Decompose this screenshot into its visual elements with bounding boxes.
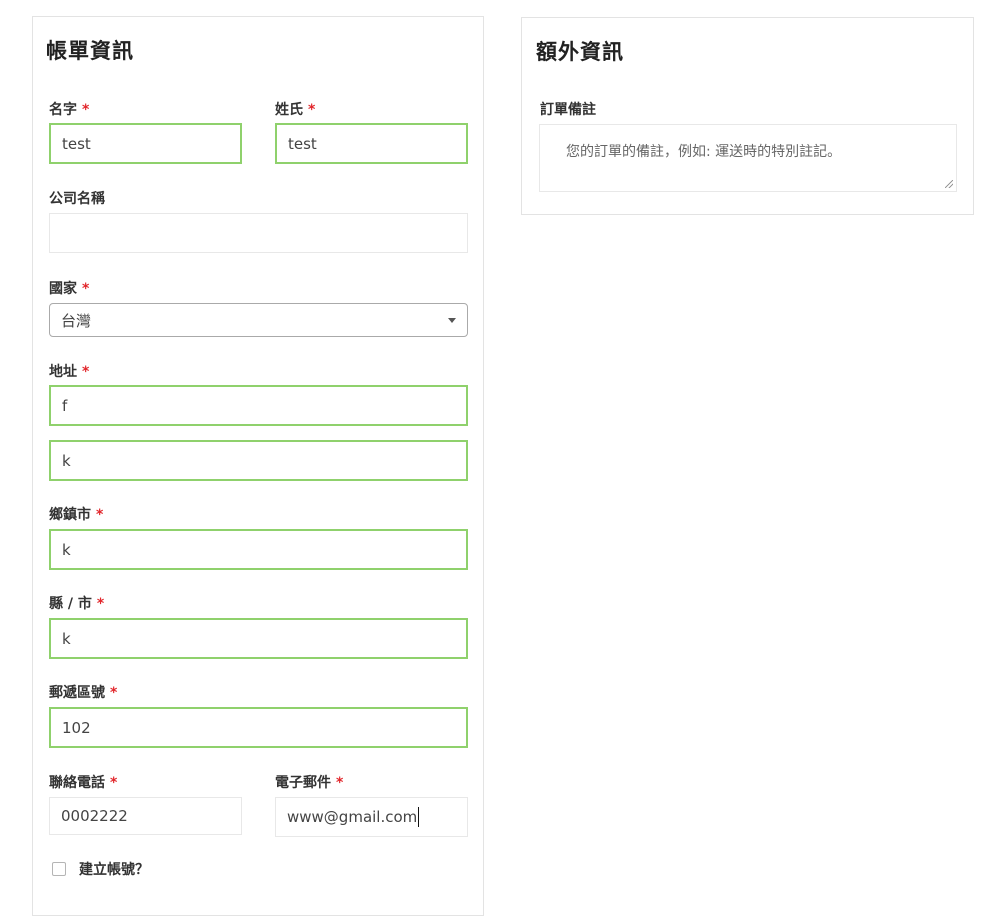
create-account-checkbox[interactable] [52, 862, 66, 876]
first-name-field[interactable]: test [49, 123, 242, 164]
address-label-text: 地址 [49, 364, 77, 380]
postcode-label: 郵遞區號 * [49, 682, 117, 702]
required-mark: * [96, 507, 104, 523]
town-value: k [62, 540, 71, 559]
company-label: 公司名稱 [49, 188, 105, 208]
last-name-label-text: 姓氏 [275, 102, 303, 118]
phone-value: 0002222 [61, 807, 128, 825]
first-name-label: 名字 * [49, 99, 89, 119]
country-label-text: 國家 [49, 281, 77, 297]
billing-title: 帳單資訊 [46, 39, 134, 63]
town-label: 鄉鎮市 * [49, 504, 103, 524]
chevron-down-icon [448, 317, 456, 323]
phone-label: 聯絡電話 * [49, 772, 117, 792]
town-label-text: 鄉鎮市 [49, 507, 91, 523]
county-field[interactable]: k [49, 618, 468, 659]
county-value: k [62, 629, 71, 648]
required-mark: * [336, 775, 344, 791]
order-notes-placeholder: 您的訂單的備註，例如: 運送時的特別註記。 [566, 144, 842, 160]
phone-label-text: 聯絡電話 [49, 775, 105, 791]
address-label: 地址 * [49, 361, 89, 381]
email-field[interactable]: www@gmail.com [275, 797, 468, 837]
address-line2-field[interactable]: k [49, 440, 468, 481]
phone-field[interactable]: 0002222 [49, 797, 242, 835]
county-label-text: 縣 / 市 [49, 596, 92, 612]
additional-info-title: 額外資訊 [536, 40, 624, 64]
order-notes-textarea[interactable]: 您的訂單的備註，例如: 運送時的特別註記。 [539, 124, 957, 192]
last-name-field[interactable]: test [275, 123, 468, 164]
first-name-value: test [62, 134, 91, 153]
town-field[interactable]: k [49, 529, 468, 570]
address-line1-value: f [62, 396, 68, 415]
country-selected-value: 台灣 [61, 311, 92, 330]
company-label-text: 公司名稱 [49, 191, 105, 207]
required-mark: * [96, 596, 105, 612]
order-notes-label: 訂單備註 [540, 99, 596, 119]
required-mark: * [82, 102, 90, 118]
postcode-field[interactable]: 102 [49, 707, 468, 748]
required-mark: * [110, 775, 118, 791]
billing-details-panel: 帳單資訊 名字 * test 姓氏 * test 公司名稱 國家 * 台灣 地址 * f… [32, 16, 484, 916]
email-label: 電子郵件 * [275, 772, 343, 792]
required-mark: * [82, 281, 90, 297]
order-notes-label-text: 訂單備註 [540, 102, 596, 118]
additional-info-panel: 額外資訊 訂單備註 您的訂單的備註，例如: 運送時的特別註記。 [521, 17, 974, 215]
postcode-value: 102 [62, 718, 91, 737]
last-name-label: 姓氏 * [275, 99, 315, 119]
first-name-label-text: 名字 [49, 102, 77, 118]
create-account-label[interactable]: 建立帳號？ [79, 859, 149, 879]
company-field[interactable] [49, 213, 468, 253]
last-name-value: test [288, 134, 317, 153]
country-select[interactable]: 台灣 [49, 303, 468, 337]
email-value: www@gmail.com [287, 808, 418, 826]
resize-handle-icon[interactable] [945, 180, 953, 188]
address-line2-value: k [62, 451, 71, 470]
address-line1-field[interactable]: f [49, 385, 468, 426]
postcode-label-text: 郵遞區號 [49, 685, 105, 701]
email-label-text: 電子郵件 [275, 775, 331, 791]
required-mark: * [110, 685, 118, 701]
country-label: 國家 * [49, 278, 89, 298]
create-account-label-text: 建立帳號？ [79, 862, 149, 878]
county-label: 縣 / 市 * [49, 593, 104, 613]
text-cursor [418, 807, 420, 827]
required-mark: * [82, 364, 90, 380]
required-mark: * [308, 102, 316, 118]
